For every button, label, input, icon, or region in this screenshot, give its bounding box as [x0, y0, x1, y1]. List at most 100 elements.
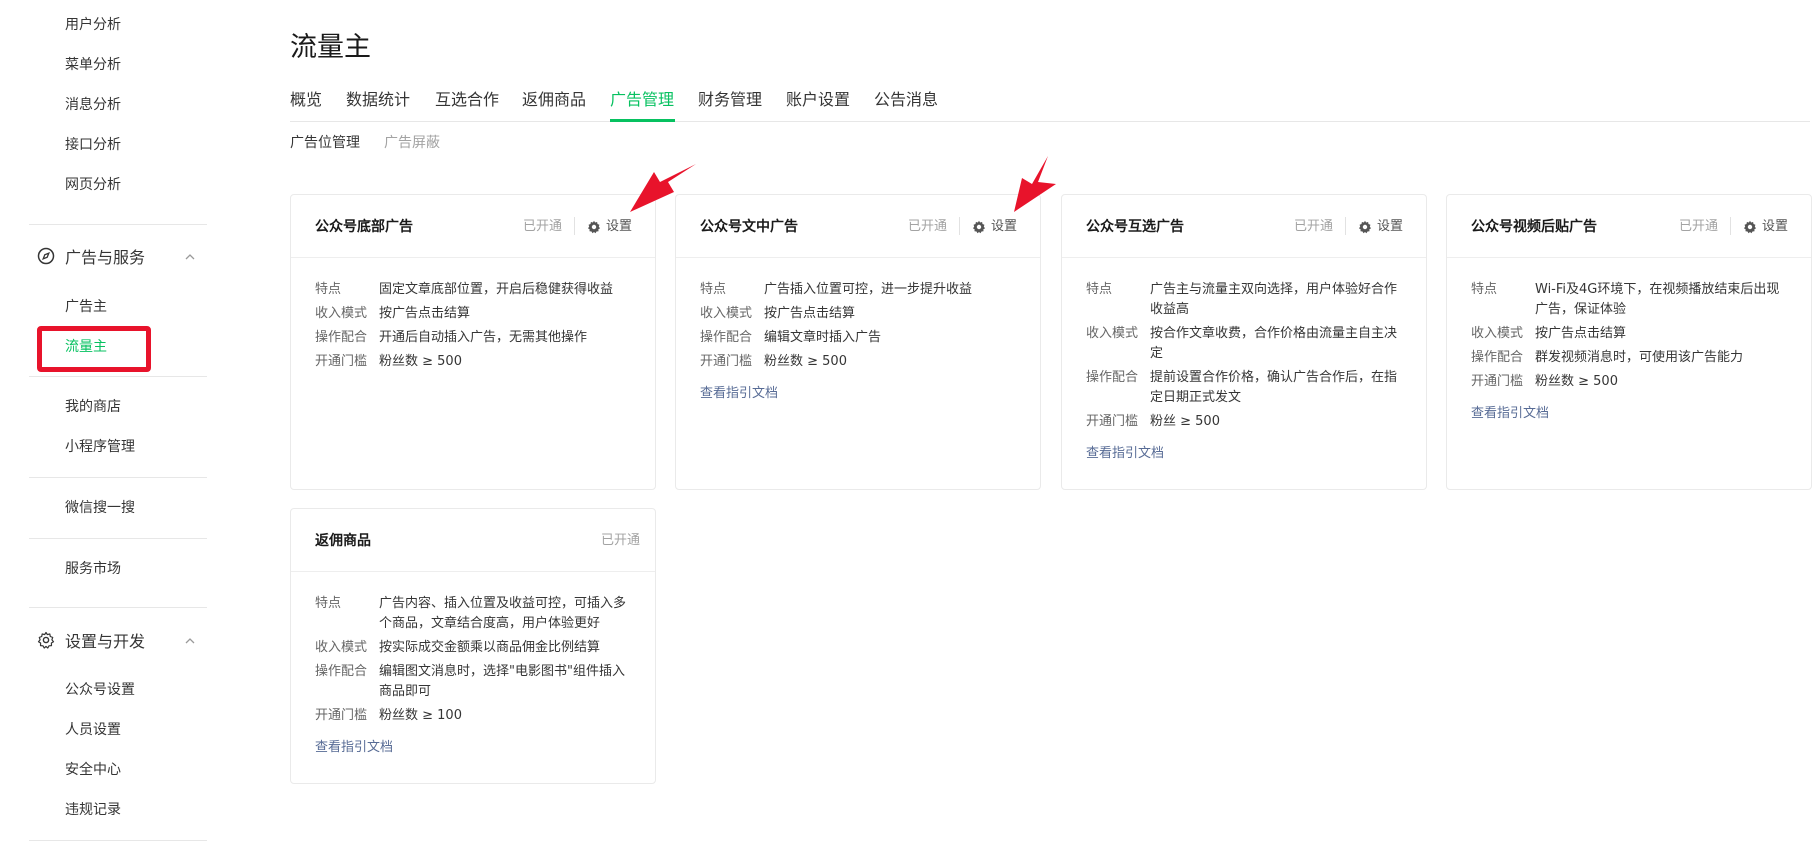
- card-row: 操作配合 开通后自动插入广告，无需其他操作: [315, 328, 631, 348]
- row-value: 编辑文章时插入广告: [764, 330, 882, 345]
- sidebar-item-service-market[interactable]: 服务市场: [65, 559, 121, 579]
- separator: [1730, 217, 1731, 235]
- row-value: 固定文章底部位置，开启后稳健获得收益: [379, 282, 614, 297]
- sidebar-item-mini-program[interactable]: 小程序管理: [65, 437, 135, 457]
- row-key: 操作配合: [1086, 370, 1139, 385]
- ad-card-video-post-ad: 公众号视频后贴广告 已开通 设置 特点 Wi-Fi及4G环境下，在视频播放结束后出…: [1446, 194, 1812, 490]
- card-row: 特点 固定文章底部位置，开启后稳健获得收益: [315, 280, 631, 300]
- separator: [574, 217, 575, 235]
- row-key: 操作配合: [1471, 350, 1524, 365]
- row-value: Wi-Fi及4G环境下，在视频播放结束后出现广告，保证体验: [1535, 282, 1780, 317]
- tab-ad-management[interactable]: 广告管理: [610, 88, 674, 112]
- card-header: 公众号文中广告 已开通 设置: [676, 195, 1040, 258]
- guide-doc-link[interactable]: 查看指引文档: [700, 384, 778, 404]
- compass-icon: [37, 247, 55, 265]
- card-row: 开通门槛 粉丝数 ≥ 500: [700, 352, 1016, 372]
- row-value: 群发视频消息时，可使用该广告能力: [1535, 350, 1744, 365]
- card-row: 特点 广告内容、插入位置及收益可控，可插入多个商品，文章结合度高，用户体验更好: [315, 594, 631, 634]
- card-row: 操作配合 编辑图文消息时，选择"电影图书"组件插入商品即可: [315, 662, 631, 702]
- status-badge: 已开通: [601, 533, 641, 548]
- tab-announcements[interactable]: 公告消息: [874, 88, 938, 112]
- card-body: 特点 广告内容、插入位置及收益可控，可插入多个商品，文章结合度高，用户体验更好 收…: [291, 572, 655, 758]
- row-value: 粉丝数 ≥ 100: [379, 708, 462, 723]
- subtab-ad-slot-management[interactable]: 广告位管理: [290, 133, 360, 153]
- guide-doc-link[interactable]: 查看指引文档: [315, 738, 393, 758]
- tab-mutual-cooperation[interactable]: 互选合作: [435, 88, 499, 112]
- card-row: 开通门槛 粉丝数 ≥ 500: [315, 352, 631, 372]
- card-row: 开通门槛 粉丝 ≥ 500: [1086, 412, 1402, 432]
- row-value: 按广告点击结算: [1535, 326, 1627, 341]
- row-key: 操作配合: [315, 664, 368, 679]
- tab-data-stats[interactable]: 数据统计: [346, 88, 410, 112]
- card-title: 公众号视频后贴广告: [1471, 219, 1597, 235]
- row-value: 开通后自动插入广告，无需其他操作: [379, 330, 588, 345]
- gear-icon: [37, 631, 55, 649]
- tab-rebate-products[interactable]: 返佣商品: [522, 88, 586, 112]
- sidebar-group-settings-label: 设置与开发: [65, 632, 146, 651]
- sidebar-divider: [29, 840, 207, 841]
- sidebar-item-api-analysis[interactable]: 接口分析: [65, 135, 121, 155]
- sidebar-divider: [29, 224, 207, 225]
- card-row: 操作配合 群发视频消息时，可使用该广告能力: [1471, 348, 1787, 368]
- chevron-up-icon: [183, 633, 197, 647]
- row-value: 粉丝数 ≥ 500: [379, 354, 462, 369]
- gear-icon: [972, 220, 986, 234]
- sidebar-item-wechat-search[interactable]: 微信搜一搜: [65, 498, 135, 518]
- card-row: 开通门槛 粉丝数 ≥ 100: [315, 706, 631, 726]
- row-key: 收入模式: [315, 640, 368, 655]
- row-value: 按广告点击结算: [764, 306, 856, 321]
- settings-button[interactable]: 设置: [1358, 217, 1403, 237]
- settings-button[interactable]: 设置: [1743, 217, 1788, 237]
- card-row: 收入模式 按合作文章收费，合作价格由流量主自主决定: [1086, 324, 1402, 364]
- sidebar-group-ads[interactable]: 广告与服务: [37, 244, 195, 268]
- sidebar-item-advertiser[interactable]: 广告主: [65, 297, 107, 317]
- annotation-arrow-icon: [630, 164, 696, 212]
- active-tab-indicator: [610, 119, 675, 122]
- guide-doc-link[interactable]: 查看指引文档: [1471, 404, 1549, 424]
- card-header: 公众号底部广告 已开通 设置: [291, 195, 655, 258]
- row-value: 编辑图文消息时，选择"电影图书"组件插入商品即可: [379, 664, 625, 699]
- row-value: 广告主与流量主双向选择，用户体验好合作收益高: [1150, 282, 1398, 317]
- guide-doc-link[interactable]: 查看指引文档: [1086, 444, 1164, 464]
- main-tabs: 概览 数据统计 互选合作 返佣商品 广告管理 财务管理 账户设置 公告消息: [290, 88, 1810, 122]
- tab-account-settings[interactable]: 账户设置: [786, 88, 850, 112]
- annotation-arrow-icon: [1014, 156, 1056, 212]
- row-key: 开通门槛: [1471, 374, 1524, 389]
- row-value: 按广告点击结算: [379, 306, 471, 321]
- tab-finance[interactable]: 财务管理: [698, 88, 762, 112]
- card-title: 公众号文中广告: [700, 219, 798, 235]
- card-row: 操作配合 编辑文章时插入广告: [700, 328, 1016, 348]
- separator: [1345, 217, 1346, 235]
- sidebar-item-menu-analysis[interactable]: 菜单分析: [65, 55, 121, 75]
- sidebar-item-my-store[interactable]: 我的商店: [65, 397, 121, 417]
- ad-card-bottom-ad: 公众号底部广告 已开通 设置 特点 固定文章底部位置，开启后稳健获得收益 收入模式…: [290, 194, 656, 490]
- card-title: 公众号底部广告: [315, 219, 413, 235]
- status-badge: 已开通: [1294, 219, 1334, 234]
- sidebar-item-account-settings[interactable]: 公众号设置: [65, 680, 135, 700]
- sidebar-item-web-analysis[interactable]: 网页分析: [65, 175, 121, 195]
- row-key: 特点: [1471, 282, 1498, 297]
- row-value: 粉丝数 ≥ 500: [764, 354, 847, 369]
- sidebar-group-settings[interactable]: 设置与开发: [37, 628, 195, 652]
- card-row: 收入模式 按广告点击结算: [1471, 324, 1787, 344]
- settings-label: 设置: [1762, 219, 1789, 234]
- row-key: 收入模式: [1471, 326, 1524, 341]
- sidebar-item-violation-records[interactable]: 违规记录: [65, 800, 121, 820]
- subtab-ad-blocking[interactable]: 广告屏蔽: [384, 133, 440, 153]
- ad-card-in-article-ad: 公众号文中广告 已开通 设置 特点 广告插入位置可控，进一步提升收益 收入模式 按广…: [675, 194, 1041, 490]
- row-key: 特点: [315, 596, 342, 611]
- gear-icon: [1743, 220, 1757, 234]
- card-body: 特点 固定文章底部位置，开启后稳健获得收益 收入模式 按广告点击结算 操作配合 开通后…: [291, 258, 655, 372]
- sidebar-item-security-center[interactable]: 安全中心: [65, 760, 121, 780]
- chevron-up-icon: [183, 249, 197, 263]
- card-row: 收入模式 按广告点击结算: [700, 304, 1016, 324]
- sidebar-item-user-analysis[interactable]: 用户分析: [65, 15, 121, 35]
- card-row: 特点 广告主与流量主双向选择，用户体验好合作收益高: [1086, 280, 1402, 320]
- settings-button[interactable]: 设置: [587, 217, 632, 237]
- settings-button[interactable]: 设置: [972, 217, 1017, 237]
- tab-overview[interactable]: 概览: [290, 88, 322, 112]
- annotation-highlight-box: [37, 326, 151, 372]
- sidebar-item-member-settings[interactable]: 人员设置: [65, 720, 121, 740]
- row-value: 粉丝 ≥ 500: [1150, 414, 1220, 429]
- sidebar-item-message-analysis[interactable]: 消息分析: [65, 95, 121, 115]
